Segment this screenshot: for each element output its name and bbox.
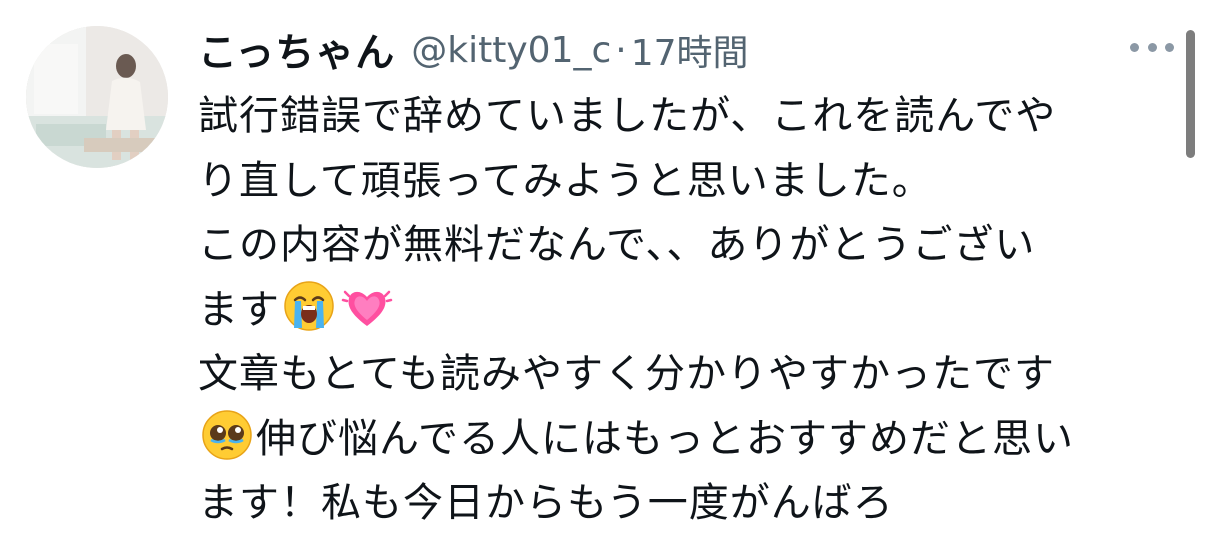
tweet-text-segment: り直して頑張ってみようと思いました。: [198, 157, 933, 204]
tweet-text-line: り直して頑張ってみようと思いました。: [198, 149, 1173, 214]
tweet-text-segment: この内容が無料だなんで、、ありがとうござい: [198, 222, 1036, 268]
more-dot-icon: [1130, 42, 1139, 52]
tweet-text-line: この内容が無料だなんで、、ありがとうござい: [198, 213, 1173, 278]
user-handle[interactable]: @kitty01_c: [411, 30, 611, 71]
timestamp[interactable]: 17時間: [631, 24, 749, 76]
growing-heart-icon: [341, 280, 393, 332]
avatar[interactable]: [26, 26, 168, 168]
tweet-text-segment: 伸び悩んでる人にはもっとおすすめだと思い: [256, 415, 1074, 462]
tweet-text-segment: 文章もとても読みやすく分かりやすかったです: [198, 351, 1055, 397]
tweet-text-segment: ます: [198, 286, 280, 333]
tweet-text-line: ます: [198, 278, 1173, 343]
tweet-text-line: ます！私も今日からもう一度がんばろ: [198, 471, 1173, 536]
tweet-text-segment: ます！私も今日からもう一度がんばろ: [198, 480, 894, 526]
tweet-text: 試行錯誤で辞めていましたが、これを読んでや り直して頑張ってみようと思いました。…: [198, 84, 1173, 536]
display-name[interactable]: こっちゃん: [198, 22, 395, 78]
tweet[interactable]: こっちゃん @kitty01_c · 17時間 試行錯誤で辞めていましたが、これ…: [0, 0, 1206, 535]
loudly-crying-face-icon: [283, 280, 335, 332]
tweet-text-segment: 試行錯誤で辞めていましたが、これを読んでや: [198, 93, 1057, 139]
tweet-text-line: 試行錯誤で辞めていましたが、これを読んでや: [198, 84, 1173, 149]
more-options-button[interactable]: [1130, 34, 1174, 60]
pleading-face-icon: [201, 409, 253, 461]
tweet-header: こっちゃん @kitty01_c · 17時間: [198, 22, 749, 78]
tweet-text-line: 伸び悩んでる人にはもっとおすすめだと思い: [198, 407, 1173, 472]
more-dot-icon: [1147, 42, 1157, 52]
tweet-text-line: 文章もとても読みやすく分かりやすかったです: [198, 342, 1173, 407]
separator-dot: ·: [615, 29, 627, 71]
scrollbar[interactable]: [1186, 30, 1195, 158]
more-dot-icon: [1165, 42, 1174, 52]
